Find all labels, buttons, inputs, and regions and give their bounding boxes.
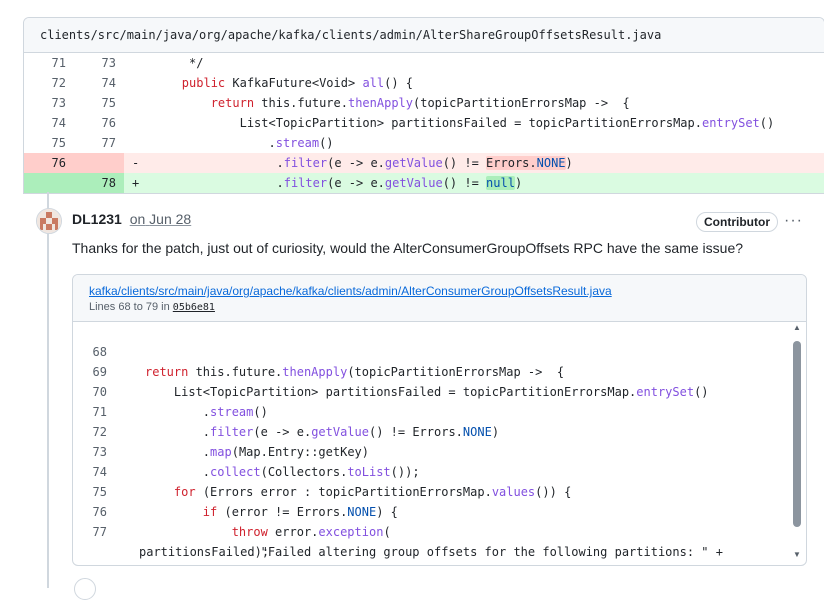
- diff-file-box: clients/src/main/java/org/apache/kafka/c…: [23, 17, 824, 194]
- code-line: 69 List<TopicPartition> partitionsFailed…: [73, 342, 806, 399]
- diff-line-deleted: 76 - .filter(e -> e.getValue() != Errors…: [24, 153, 824, 173]
- new-line-number[interactable]: 77: [74, 133, 124, 153]
- comment-author[interactable]: DL1231: [72, 211, 122, 227]
- diff-file-path[interactable]: clients/src/main/java/org/apache/kafka/c…: [24, 18, 824, 53]
- diff-line: 72 74 public KafkaFuture<Void> all() {: [24, 73, 824, 93]
- diff-code: + .filter(e -> e.getValue() != null): [132, 176, 523, 190]
- new-line-number[interactable]: 74: [74, 73, 124, 93]
- comment-header: DL1231 on Jun 28: [72, 211, 191, 227]
- commit-sha-link[interactable]: 05b6e81: [173, 302, 215, 313]
- code-line: 78 }: [73, 542, 806, 562]
- diff-code: return this.future.thenApply(topicPartit…: [124, 96, 630, 110]
- diff-marker: +: [132, 176, 140, 190]
- diff-code: - .filter(e -> e.getValue() != Errors.NO…: [132, 156, 573, 170]
- code-line: 75 if (error != Errors.NONE) {: [73, 462, 806, 519]
- code-line: 74 for (Errors error : topicPartitionErr…: [73, 442, 806, 499]
- diff-line: 74 76 List<TopicPartition> partitionsFai…: [24, 113, 824, 133]
- identicon-icon: [37, 209, 61, 233]
- diff-code: */: [124, 56, 204, 70]
- comment-date[interactable]: on Jun 28: [130, 211, 192, 227]
- snippet-code: 68 return this.future.thenApply(topicPar…: [73, 322, 806, 562]
- line-number[interactable]: 78: [73, 562, 107, 565]
- diff-code: List<TopicPartition> partitionsFailed = …: [124, 116, 775, 130]
- old-line-number[interactable]: 76: [24, 153, 84, 173]
- avatar[interactable]: [36, 208, 62, 234]
- new-line-number[interactable]: 75: [74, 93, 124, 113]
- scroll-down-icon[interactable]: ▼: [793, 550, 801, 559]
- code-line: 77 "Failed altering group offsets for th…: [73, 502, 806, 559]
- snippet-file-link[interactable]: kafka/clients/src/main/java/org/apache/k…: [89, 284, 790, 298]
- scroll-up-icon[interactable]: ▲: [793, 323, 801, 332]
- contributor-badge: Contributor: [696, 212, 778, 232]
- code-line: 70 .stream(): [73, 362, 806, 419]
- timeline-line: [47, 192, 49, 588]
- snippet-scrollbar[interactable]: ▲ ▼: [790, 323, 804, 563]
- scroll-thumb[interactable]: [793, 341, 801, 527]
- diff-code: .stream(): [124, 136, 334, 150]
- code-line: 73 .collect(Collectors.toList());: [73, 422, 806, 479]
- code-line: 71 .filter(e -> e.getValue() != Errors.N…: [73, 382, 806, 439]
- code-line-wrapped: partitionsFailed);: [73, 522, 806, 559]
- new-line-number[interactable]: 78: [74, 173, 124, 193]
- code-line: 68 return this.future.thenApply(topicPar…: [73, 322, 806, 379]
- code-line: 76 throw error.exception(: [73, 482, 806, 539]
- snippet-meta: Lines 68 to 79 in 05b6e81: [89, 301, 215, 313]
- new-line-number[interactable]: 73: [74, 53, 124, 73]
- diff-line: 75 77 .stream(): [24, 133, 824, 153]
- snippet-header: kafka/clients/src/main/java/org/apache/k…: [73, 275, 806, 322]
- more-options-icon[interactable]: ···: [784, 212, 803, 230]
- diff-code: public KafkaFuture<Void> all() {: [124, 76, 414, 90]
- diff-line: 71 73 */: [24, 53, 824, 73]
- code-line: 72 .map(Map.Entry::getKey): [73, 402, 806, 459]
- new-line-number[interactable]: 76: [74, 113, 124, 133]
- code-snippet: kafka/clients/src/main/java/org/apache/k…: [72, 274, 807, 566]
- diff-line-added: 78 + .filter(e -> e.getValue() != null): [24, 173, 824, 193]
- diff-line: 73 75 return this.future.thenApply(topic…: [24, 93, 824, 113]
- diff-marker: -: [132, 156, 140, 170]
- comment-body: Thanks for the patch, just out of curios…: [72, 240, 744, 256]
- reaction-button[interactable]: [74, 578, 96, 600]
